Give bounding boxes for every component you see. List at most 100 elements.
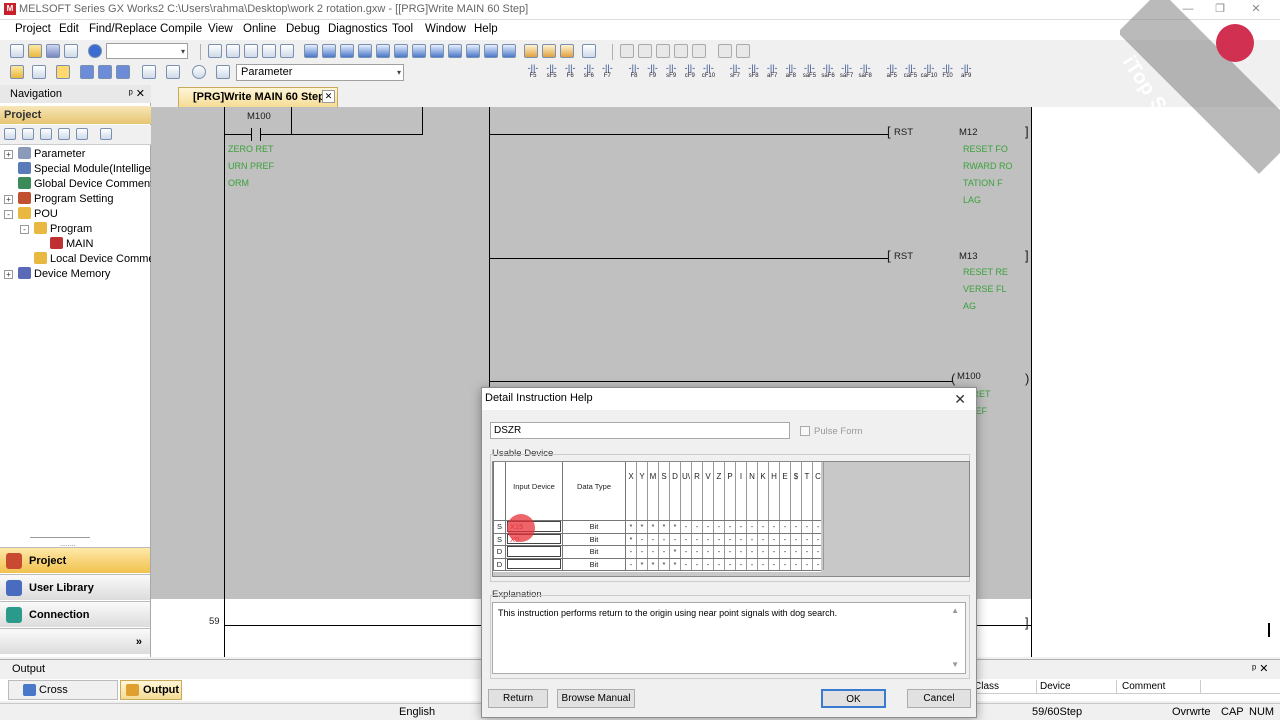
help-icon[interactable]	[88, 44, 102, 58]
menu-find-replace[interactable]: Find/Replace	[89, 23, 157, 35]
rst-instruction-1[interactable]: RST	[894, 127, 913, 138]
tree-item[interactable]: Local Device Commen	[34, 252, 161, 267]
scroll-up-icon[interactable]: ▲	[951, 605, 959, 617]
simulator-icon[interactable]	[582, 44, 596, 58]
pulse-form-checkbox[interactable]	[800, 426, 810, 436]
ladder-symbol-button[interactable]: -||- saF7	[838, 64, 856, 81]
monitor-icon[interactable]	[394, 44, 408, 58]
open-icon[interactable]	[28, 44, 42, 58]
tree-expander[interactable]: -	[20, 225, 29, 234]
instruction-field[interactable]: DSZR	[490, 422, 790, 439]
ladder-symbol-button[interactable]: -||- F5	[524, 64, 542, 81]
output-pin-close-icon[interactable]: ᵖ ✕	[1252, 662, 1268, 675]
input-device-field[interactable]	[507, 546, 561, 557]
batch-icon[interactable]	[430, 44, 444, 58]
print-icon[interactable]	[64, 44, 78, 58]
sfc-2-icon[interactable]	[638, 44, 652, 58]
ladder-symbol-button[interactable]: -||- F10	[939, 64, 957, 81]
write-plc-icon[interactable]	[524, 44, 538, 58]
ladder-symbol-button[interactable]: -||- F8	[625, 64, 643, 81]
new-data-icon[interactable]	[4, 128, 16, 140]
trace-icon[interactable]	[484, 44, 498, 58]
new-icon[interactable]	[10, 44, 24, 58]
ladder-symbol-button[interactable]: -||- saF5	[800, 64, 818, 81]
ladder-mode-icon[interactable]	[56, 65, 70, 79]
read-plc-icon[interactable]	[542, 44, 556, 58]
project-view-icon[interactable]	[10, 65, 24, 79]
ladder-symbol-button[interactable]: -||- saF8	[856, 64, 874, 81]
menu-compile[interactable]: Compile	[160, 23, 202, 35]
nav-button-connection-destination[interactable]: Connection Destination	[0, 601, 150, 647]
nav-overflow-button[interactable]: »	[0, 628, 150, 654]
copy-data-icon[interactable]	[22, 128, 34, 140]
tab-output[interactable]: Output	[120, 680, 182, 700]
ladder-symbol-button[interactable]: -||- aF8	[782, 64, 800, 81]
refresh-icon[interactable]	[76, 128, 88, 140]
cross-ref-icon[interactable]	[358, 44, 372, 58]
tree-expander[interactable]: +	[4, 270, 13, 279]
sort-icon[interactable]	[100, 128, 112, 140]
menu-view[interactable]: View	[208, 23, 233, 35]
menu-project[interactable]: Project	[15, 23, 51, 35]
tab-main-program[interactable]: [PRG]Write MAIN 60 Step ✕	[178, 87, 338, 107]
menu-window[interactable]: Window	[425, 23, 466, 35]
ladder-symbol-button[interactable]: -||- aF9	[957, 64, 975, 81]
paste-icon[interactable]	[244, 44, 258, 58]
ladder-symbol-button[interactable]: -||- sF6	[580, 64, 598, 81]
nav-pin-close-icon[interactable]: ᵖ ✕	[129, 85, 145, 103]
tab-close-icon[interactable]: ✕	[322, 90, 335, 103]
tree-item[interactable]: Program Setting	[18, 192, 113, 207]
menu-online[interactable]: Online	[243, 23, 276, 35]
undo-icon[interactable]	[262, 44, 276, 58]
ladder-symbol-button[interactable]: -||- cF10	[699, 64, 717, 81]
tree-item[interactable]: MAIN	[50, 237, 94, 252]
tree-item[interactable]: Parameter	[18, 147, 85, 162]
ladder-symbol-button[interactable]: -||- aF5	[883, 64, 901, 81]
ladder-symbol-button[interactable]: -||- cF9	[681, 64, 699, 81]
coil-m100[interactable]: M100	[957, 371, 981, 382]
modify-icon[interactable]	[448, 44, 462, 58]
write-mode-icon[interactable]	[98, 65, 112, 79]
replace-icon[interactable]	[340, 44, 354, 58]
menu-help[interactable]: Help	[474, 23, 498, 35]
tree-item[interactable]: POU	[18, 207, 58, 222]
nav-button-user-library[interactable]: User Library	[0, 574, 150, 600]
toolbar-combo-1[interactable]: ▾	[106, 43, 188, 59]
maximize-icon[interactable]: ❐	[1212, 2, 1228, 16]
sfc-4-icon[interactable]	[674, 44, 688, 58]
copy-icon[interactable]	[226, 44, 240, 58]
list-view-icon[interactable]	[32, 65, 46, 79]
menu-edit[interactable]: Edit	[59, 23, 79, 35]
ok-button[interactable]: OK	[821, 689, 886, 708]
ladder-symbol-button[interactable]: -||- sF8	[745, 64, 763, 81]
sfc-7-icon[interactable]	[736, 44, 750, 58]
input-device-field[interactable]	[507, 558, 561, 569]
tree-expander[interactable]: +	[4, 150, 13, 159]
ladder-symbol-button[interactable]: -||- saF6	[819, 64, 837, 81]
tab-cross-reference[interactable]: Cross Reference	[8, 680, 118, 714]
close-icon[interactable]: ✕	[1248, 2, 1264, 16]
verify-plc-icon[interactable]	[560, 44, 574, 58]
ladder-symbol-button[interactable]: -||- aF7	[763, 64, 781, 81]
register-icon[interactable]	[466, 44, 480, 58]
browse-manual-button[interactable]: Browse Manual	[557, 689, 635, 708]
timer-icon[interactable]	[192, 65, 206, 79]
tree-expander[interactable]: +	[4, 195, 13, 204]
device-list-icon[interactable]	[376, 44, 390, 58]
ladder-symbol-button[interactable]: -||- F6	[561, 64, 579, 81]
sfc-1-icon[interactable]	[620, 44, 634, 58]
tree-expander[interactable]: -	[4, 210, 13, 219]
cut-icon[interactable]	[208, 44, 222, 58]
sfc-5-icon[interactable]	[692, 44, 706, 58]
rst-instruction-2[interactable]: RST	[894, 251, 913, 262]
scrollbar-thumb[interactable]	[1268, 623, 1270, 637]
read-mode-icon[interactable]	[80, 65, 94, 79]
redo-icon[interactable]	[280, 44, 294, 58]
ladder-symbol-button[interactable]: -||- F9	[644, 64, 662, 81]
tree-item[interactable]: Program	[34, 222, 92, 237]
scroll-down-icon[interactable]: ▼	[951, 659, 959, 671]
rst-operand-1[interactable]: M12	[959, 127, 977, 138]
ladder-symbol-button[interactable]: -||- F7	[598, 64, 616, 81]
binoculars-icon[interactable]	[216, 65, 230, 79]
ladder-symbol-button[interactable]: -||- caF5	[901, 64, 919, 81]
